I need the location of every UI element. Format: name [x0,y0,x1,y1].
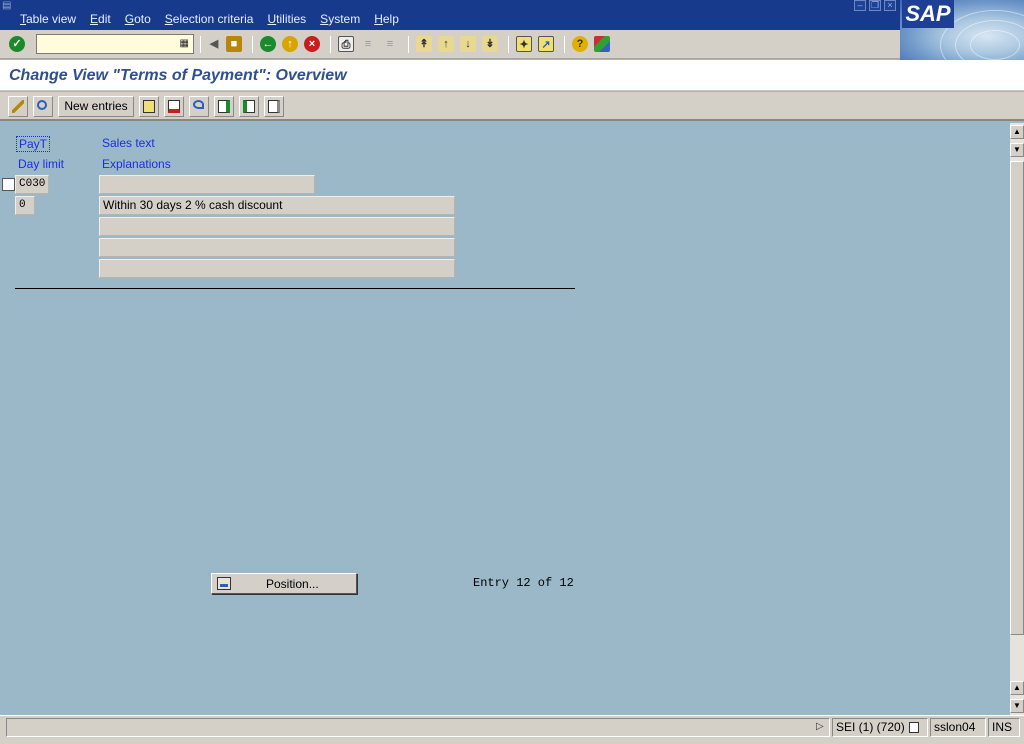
insert-mode[interactable]: INS [988,718,1020,737]
vertical-scrollbar[interactable]: ▲ ▼ ▲ ▼ [1010,123,1024,715]
status-expand-icon[interactable]: ▷ [816,721,824,732]
command-field[interactable]: ▦ [36,34,194,54]
status-message [6,718,830,737]
server-info: sslon04 [930,718,986,737]
select-all-button[interactable] [214,96,234,117]
save-icon[interactable]: ■ [226,36,242,52]
position-button[interactable]: Position... [211,573,357,594]
menu-utilities[interactable]: Utilities [267,12,306,26]
next-page-icon[interactable]: ↓ [460,36,476,52]
scrollbar-thumb[interactable] [1010,161,1024,635]
display-change-button[interactable] [8,96,28,117]
copy-icon [143,100,155,113]
undo-change-button[interactable] [189,96,209,117]
scroll-down-icon[interactable]: ▲ [1010,681,1024,695]
logo-wave [970,30,1020,60]
back-arrow-icon[interactable]: ◀ [206,36,222,52]
first-page-icon[interactable]: ↟ [416,36,432,52]
select-all-icon [218,100,230,113]
payt-label[interactable]: PayT [16,136,51,152]
minimize-icon[interactable]: – [854,0,866,11]
shortcut-icon[interactable]: ↗ [538,36,554,52]
separator [200,36,201,53]
deselect-all-icon [268,100,280,113]
layout-icon[interactable] [594,36,610,52]
magnifier-icon [37,100,47,110]
sales-text-label: Sales text [102,136,155,150]
scroll-top-icon[interactable]: ▲ [1010,125,1024,139]
find-icon[interactable]: ≡ [360,36,376,52]
separator [330,36,331,53]
explanation-line-2[interactable] [99,217,455,236]
undo-icon [193,100,204,109]
application-toolbar: New entries [0,92,1024,121]
explanation-line-3[interactable] [99,238,455,257]
separator [508,36,509,53]
enter-icon[interactable]: ✓ [9,36,25,52]
payt-field[interactable]: C030 [15,175,49,194]
menu-table-view[interactable]: Table view [20,12,76,26]
separator [252,36,253,53]
day-limit-field[interactable]: 0 [15,196,35,215]
pencil-glasses-icon [12,100,24,113]
menu-help[interactable]: Help [374,12,399,26]
sap-logo: SAP [900,0,1024,60]
menu-system[interactable]: System [320,12,360,26]
select-block-button[interactable] [239,96,259,117]
find-next-icon[interactable]: ≡ [382,36,398,52]
status-bar: ▷ SEI (1) (720) sslon04 INS [0,715,1024,744]
deselect-all-button[interactable] [264,96,284,117]
window-controls: – ❐ × [854,0,896,11]
details-button[interactable] [33,96,53,117]
title-bar: Change View "Terms of Payment": Overview [0,60,1024,91]
previous-page-icon[interactable]: ↑ [438,36,454,52]
system-info[interactable]: SEI (1) (720) [832,718,928,737]
day-limit-label: Day limit [18,157,65,171]
new-entries-button[interactable]: New entries [58,96,134,117]
page-title: Change View "Terms of Payment": Overview [9,67,347,84]
sap-logo-text: SAP [902,0,954,28]
close-window-icon[interactable]: × [884,0,896,11]
entry-counter: Entry 12 of 12 [473,576,574,590]
standard-toolbar: ✓ ▦ ◀ ■ ← ↑ × ⎙ ≡ ≡ ↟ ↑ ↓ ↡ ✦ ↗ ? [0,30,900,59]
explanation-line-4[interactable] [99,259,455,278]
menu-goto[interactable]: Goto [125,12,151,26]
print-icon[interactable]: ⎙ [338,36,354,52]
explanations-label: Explanations [102,157,171,171]
exit-icon[interactable]: ↑ [282,36,298,52]
position-button-label: Position... [266,577,319,591]
back-icon[interactable]: ← [260,36,276,52]
system-menu-icon[interactable]: ▤ [2,1,14,11]
separator [408,36,409,53]
cancel-icon[interactable]: × [304,36,320,52]
restore-icon[interactable]: ❐ [869,0,881,11]
delete-button[interactable] [164,96,184,117]
last-page-icon[interactable]: ↡ [482,36,498,52]
menu-bar: ▤ Table view Edit Goto Selection criteri… [0,0,1024,30]
scroll-up-icon[interactable]: ▼ [1010,143,1024,157]
scroll-bottom-icon[interactable]: ▼ [1010,699,1024,713]
help-icon[interactable]: ? [572,36,588,52]
sales-text-field[interactable] [99,175,315,194]
separator [564,36,565,53]
command-history-icon[interactable]: ▦ [180,38,189,49]
explanation-line-1[interactable]: Within 30 days 2 % cash discount [99,196,455,215]
menu-list: Table view Edit Goto Selection criteria … [20,12,413,26]
divider [15,288,575,289]
menu-edit[interactable]: Edit [90,12,111,26]
create-session-icon[interactable]: ✦ [516,36,532,52]
position-icon [217,577,231,590]
select-block-icon [243,100,255,113]
system-list-icon[interactable] [908,722,919,733]
row-selector-checkbox[interactable] [2,178,15,191]
copy-as-button[interactable] [139,96,159,117]
content-area: PayT Sales text Day limit Explanations C… [0,123,1010,715]
menu-selection-criteria[interactable]: Selection criteria [165,12,254,26]
delete-icon [168,100,180,113]
